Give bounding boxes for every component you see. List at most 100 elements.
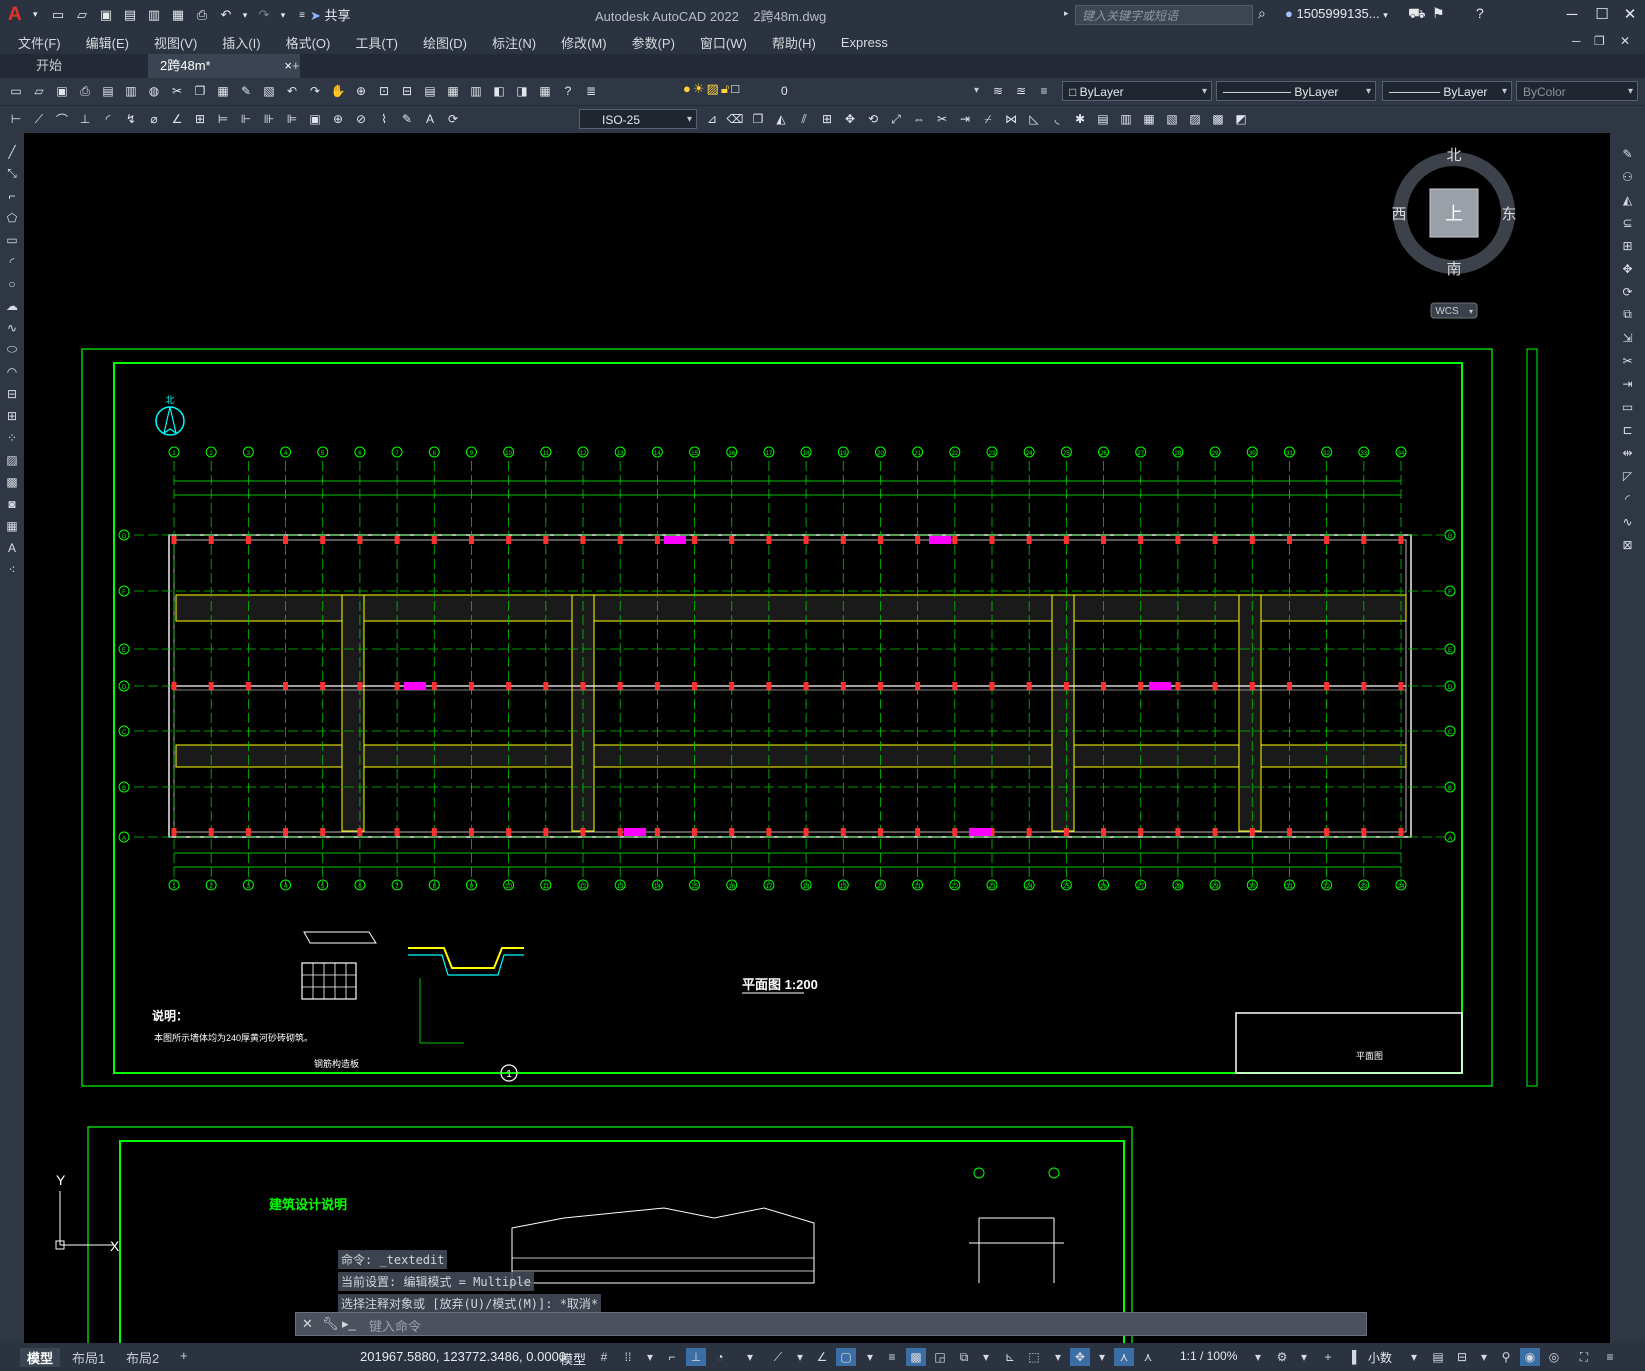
make-block-draw-icon[interactable]: ⊞ bbox=[3, 407, 21, 424]
layout-tab-2[interactable]: 布局2 bbox=[126, 1348, 159, 1367]
dimstyle-combo[interactable]: ISO-25 ▾ bbox=[579, 109, 697, 129]
fullscreen-icon[interactable]: ⛶ bbox=[1574, 1348, 1594, 1366]
save-as-icon[interactable]: ▤ bbox=[120, 5, 140, 25]
hardware-acceleration-icon[interactable]: ◉ bbox=[1520, 1348, 1540, 1366]
dynamic-ucs-icon[interactable]: ⊾ bbox=[1000, 1348, 1020, 1366]
wcs-dropdown-icon[interactable]: ▾ bbox=[1469, 307, 1473, 316]
tab-active-drawing[interactable]: 2跨48m* × bbox=[148, 54, 300, 78]
menu-express[interactable]: Express bbox=[841, 35, 888, 50]
construction-line-icon[interactable]: ⤡ bbox=[3, 165, 21, 182]
publish-file-icon[interactable]: ▥ bbox=[121, 81, 141, 101]
user-account[interactable]: ● 1505999135... ▾ bbox=[1285, 6, 1388, 21]
arc-icon[interactable]: ◜ bbox=[3, 253, 21, 270]
viewcube-west[interactable]: 西 bbox=[1391, 206, 1406, 223]
plot-preview-icon[interactable]: ▥ bbox=[144, 5, 164, 25]
layer-freeze-icon[interactable]: ☀ bbox=[693, 81, 705, 97]
maximize-icon[interactable]: ☐ bbox=[1590, 4, 1614, 26]
point-icon[interactable]: ⁘ bbox=[3, 429, 21, 446]
copy-icon[interactable]: ❐ bbox=[190, 81, 210, 101]
help-tb-icon[interactable]: ? bbox=[558, 81, 578, 101]
continue-dim-icon[interactable]: ⊩ bbox=[236, 109, 256, 129]
erase-side-icon[interactable]: ✎ bbox=[1619, 145, 1637, 162]
minimize-icon[interactable]: ─ bbox=[1560, 4, 1584, 26]
scale-icon[interactable]: ⤢ bbox=[886, 109, 906, 129]
command-line[interactable]: ✕ 🔧︎ ▸_ 键入命令 bbox=[295, 1312, 1367, 1336]
command-input[interactable]: 键入命令 bbox=[369, 1316, 421, 1335]
save-file-icon[interactable]: ▣ bbox=[52, 81, 72, 101]
offset-side-icon[interactable]: ⊆ bbox=[1619, 214, 1637, 231]
stretch-icon[interactable]: ⇔ bbox=[909, 109, 929, 129]
break-side-icon[interactable]: ⊏ bbox=[1619, 421, 1637, 438]
redo-tb-icon[interactable]: ↷ bbox=[305, 81, 325, 101]
move-icon[interactable]: ✥ bbox=[840, 109, 860, 129]
object-snap-tracking-icon[interactable]: ∠ bbox=[812, 1348, 832, 1366]
gizmo-icon[interactable]: ✥ bbox=[1070, 1348, 1090, 1366]
gradient-icon[interactable]: ▩ bbox=[3, 473, 21, 490]
viewcube-north[interactable]: 北 bbox=[1446, 147, 1461, 164]
inspection-icon[interactable]: ⊘ bbox=[351, 109, 371, 129]
extend-side-icon[interactable]: ⇥ bbox=[1619, 375, 1637, 392]
close-icon[interactable]: ✕ bbox=[1618, 4, 1642, 26]
autocad-logo[interactable]: A bbox=[8, 4, 30, 26]
undo-dropdown-icon[interactable]: ▾ bbox=[240, 5, 250, 25]
dim-space-icon[interactable]: ⊪ bbox=[259, 109, 279, 129]
pan-icon[interactable]: ✋ bbox=[328, 81, 348, 101]
region-icon[interactable]: ◙ bbox=[3, 495, 21, 512]
dim-text-edit-icon[interactable]: A bbox=[420, 109, 440, 129]
ellipse-icon[interactable]: ⬭ bbox=[3, 341, 21, 358]
add-layout-icon[interactable]: + bbox=[180, 1348, 188, 1363]
menu-format[interactable]: 格式(O) bbox=[286, 33, 331, 52]
layer-viewport-icon[interactable]: ▨ bbox=[707, 81, 719, 97]
ortho-icon[interactable]: ⊥ bbox=[686, 1348, 706, 1366]
join-side-icon[interactable]: ⇹ bbox=[1619, 444, 1637, 461]
lock-ui-icon[interactable]: ⊟ bbox=[1452, 1348, 1472, 1366]
cart-icon[interactable]: ⛟ bbox=[1408, 5, 1426, 24]
menu-tools[interactable]: 工具(T) bbox=[355, 33, 398, 52]
menu-window[interactable]: 窗口(W) bbox=[700, 33, 747, 52]
menu-parametric[interactable]: 参数(P) bbox=[632, 33, 675, 52]
stretch-side-icon[interactable]: ⇲ bbox=[1619, 329, 1637, 346]
ungroup-icon[interactable]: ▨ bbox=[1185, 109, 1205, 129]
linear-dim-icon[interactable]: ⊢ bbox=[6, 109, 26, 129]
menu-file[interactable]: 文件(F) bbox=[18, 33, 61, 52]
command-close-icon[interactable]: ✕ bbox=[302, 1316, 313, 1332]
layer-previous-icon[interactable]: ≊ bbox=[1011, 81, 1031, 101]
trim-side-icon[interactable]: ✂ bbox=[1619, 352, 1637, 369]
fillet-icon[interactable]: ◟ bbox=[1047, 109, 1067, 129]
isodraft-icon[interactable]: ⟋ bbox=[768, 1348, 788, 1366]
color-combo[interactable]: □ ByLayer ▾ bbox=[1062, 81, 1212, 101]
design-center-tb-icon[interactable]: ▦ bbox=[443, 81, 463, 101]
polygon-icon[interactable]: ⬠ bbox=[3, 209, 21, 226]
help-search-input[interactable]: 键入关键字或短语 bbox=[1075, 5, 1253, 25]
hatch-back-icon[interactable]: ▦ bbox=[1139, 109, 1159, 129]
join-icon[interactable]: ⋈ bbox=[1001, 109, 1021, 129]
array-side-icon[interactable]: ⊞ bbox=[1619, 237, 1637, 254]
make-block-icon[interactable]: ◩ bbox=[1231, 109, 1251, 129]
baseline-dim-icon[interactable]: ⊨ bbox=[213, 109, 233, 129]
lineweight-combo[interactable]: ────── ByLayer ▾ bbox=[1382, 81, 1512, 101]
insert-block-draw-icon[interactable]: ⊟ bbox=[3, 385, 21, 402]
line-icon[interactable]: ╱ bbox=[3, 143, 21, 160]
mirror-icon[interactable]: ◭ bbox=[771, 109, 791, 129]
snap-dropdown-icon[interactable]: ▾ bbox=[640, 1348, 660, 1366]
command-recent-icon[interactable]: ▸_ bbox=[342, 1316, 356, 1332]
linetype-combo[interactable]: ──────── ByLayer ▾ bbox=[1216, 81, 1376, 101]
3d-osnap-icon[interactable]: ⧉ bbox=[954, 1348, 974, 1366]
print-icon[interactable]: ⎙ bbox=[192, 5, 212, 25]
units-dropdown-icon[interactable]: ▾ bbox=[1404, 1348, 1424, 1366]
dim-break-icon[interactable]: ⊫ bbox=[282, 109, 302, 129]
layout-tab-1[interactable]: 布局1 bbox=[72, 1348, 105, 1367]
new-tab-icon[interactable]: + bbox=[280, 54, 312, 78]
properties-icon[interactable]: ▤ bbox=[420, 81, 440, 101]
copy-side-icon[interactable]: ⚇ bbox=[1619, 168, 1637, 185]
autodesk-app-icon[interactable]: ⚑ bbox=[1432, 5, 1445, 22]
menu-edit[interactable]: 编辑(E) bbox=[86, 33, 129, 52]
jogged-dim-icon[interactable]: ↯ bbox=[121, 109, 141, 129]
annotation-scale[interactable]: 1:1 / 100% bbox=[1180, 1349, 1237, 1363]
calculator-icon[interactable]: ▦ bbox=[535, 81, 555, 101]
design-center-icon[interactable]: ◍ bbox=[144, 81, 164, 101]
annotation-visibility-icon[interactable]: ⋏ bbox=[1114, 1348, 1134, 1366]
infer-constraints-icon[interactable]: ⌐ bbox=[662, 1348, 682, 1366]
doc-restore-icon[interactable]: ❐ bbox=[1594, 34, 1605, 48]
annotation-scale-dropdown-icon[interactable]: ▾ bbox=[1248, 1348, 1268, 1366]
